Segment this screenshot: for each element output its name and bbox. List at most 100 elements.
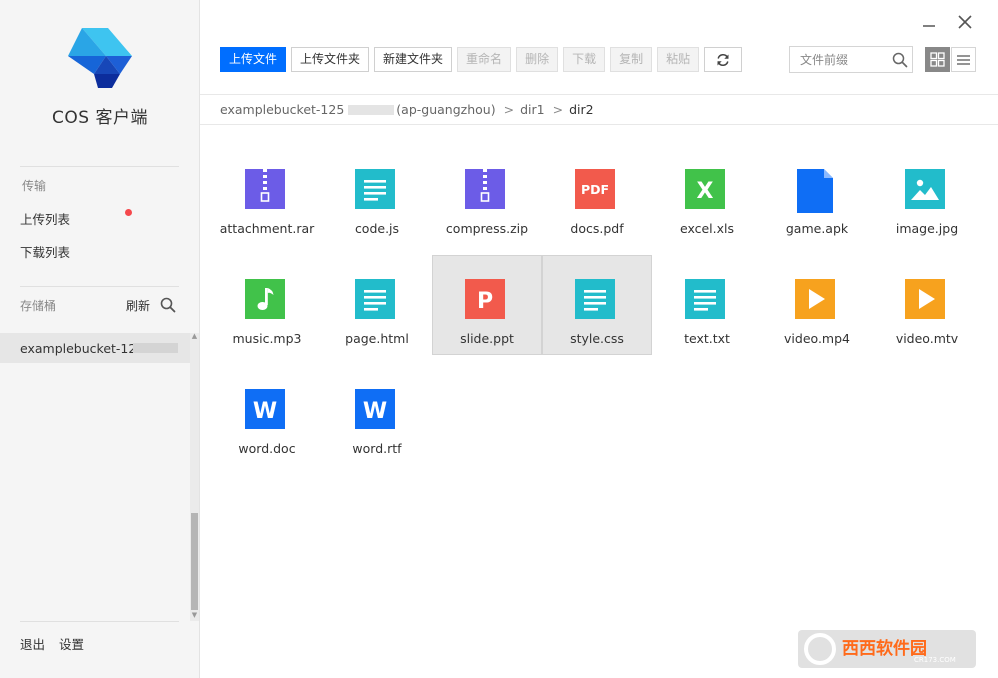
upload-file-button[interactable]: 上传文件 [220,47,287,72]
scroll-down-icon[interactable]: ▼ [190,611,199,620]
minimize-icon[interactable] [917,10,941,34]
sidebar-divider [20,166,179,167]
settings-button[interactable]: 设置 [59,634,84,653]
file-item[interactable]: Wword.rtf [322,365,432,465]
file-item[interactable]: game.apk [762,145,872,245]
breadcrumb-separator: > [552,102,564,117]
file-name: code.js [354,221,400,236]
svg-text:X: X [697,179,714,204]
text-doc-icon [355,169,395,209]
refresh-icon [717,53,729,66]
archive-icon [245,169,285,209]
video-icon [795,279,835,319]
transfer-section-label: 传输 [22,179,47,193]
masked-bucket-suffix [133,343,178,353]
grid-icon [930,52,945,67]
sidebar-divider [20,621,179,622]
scroll-up-icon[interactable]: ▲ [190,332,199,341]
ppt-icon: P [465,279,505,319]
bucket-name: examplebucket-125 [20,341,145,356]
copy-button[interactable]: 复制 [610,47,653,72]
scrollbar-thumb[interactable] [191,513,198,610]
sidebar-divider [20,286,179,287]
music-icon [245,279,285,319]
text-doc-icon [355,279,395,319]
file-name: music.mp3 [232,331,302,346]
file-item[interactable]: music.mp3 [212,255,322,355]
file-item[interactable]: Wword.doc [212,365,322,465]
search-icon[interactable] [892,52,908,68]
file-item[interactable]: code.js [322,145,432,245]
search-box [789,46,913,73]
archive-icon [465,169,505,209]
site-watermark: 西西软件园 CR173.COM [798,630,976,668]
app-title: COS 客户端 [52,108,148,128]
file-item[interactable]: style.css [542,255,652,355]
file-grid: attachment.rar code.js compress.zip PDF d… [212,145,982,475]
file-name: text.txt [684,331,730,346]
masked-bucket-suffix [348,104,395,115]
sidebar-item-upload-list[interactable]: 上传列表 [20,209,70,228]
toolbar: 上传文件 上传文件夹 新建文件夹 重命名 删除 下载 复制 粘贴 [220,47,747,72]
list-icon [957,54,970,65]
breadcrumb-bucket[interactable]: examplebucket-125 [220,102,344,117]
close-icon[interactable] [953,10,977,34]
file-item[interactable]: attachment.rar [212,145,322,245]
svg-text:W: W [363,399,387,424]
sidebar-item-download-list[interactable]: 下载列表 [20,242,70,261]
file-name: video.mtv [895,331,959,346]
delete-button[interactable]: 删除 [516,47,559,72]
file-item[interactable]: Pslide.ppt [432,255,542,355]
breadcrumb-separator: > [503,102,515,117]
file-item[interactable]: compress.zip [432,145,542,245]
svg-text:PDF: PDF [581,182,609,197]
image-icon [905,169,945,209]
breadcrumb: examplebucket-125 (ap-guangzhou) > dir1 … [220,102,594,117]
file-name: style.css [570,331,624,346]
refresh-button[interactable] [704,47,743,72]
new-folder-button[interactable]: 新建文件夹 [374,47,453,72]
file-name: excel.xls [679,221,735,236]
file-item[interactable]: Xexcel.xls [652,145,762,245]
file-item[interactable]: video.mp4 [762,255,872,355]
file-name: page.html [345,331,409,346]
file-name: word.doc [238,441,296,456]
bucket-section-label: 存储桶 [20,299,57,313]
logout-button[interactable]: 退出 [20,634,45,653]
svg-text:W: W [253,399,277,424]
refresh-button[interactable]: 刷新 [126,297,150,314]
grid-view-button[interactable] [925,47,950,72]
file-name: image.jpg [895,221,959,236]
apk-file-icon [797,169,833,213]
upload-badge [125,209,132,216]
svg-text:P: P [477,289,493,314]
file-name: slide.ppt [460,331,514,346]
breadcrumb-region[interactable]: (ap-guangzhou) [396,102,495,117]
search-input[interactable] [791,48,886,71]
breadcrumb-dir2[interactable]: dir2 [569,102,594,117]
file-name: compress.zip [445,221,529,236]
sidebar: COS 客户端 传输 上传列表 下载列表 存储桶 刷新 examplebucke… [0,0,200,678]
cos-logo [68,28,132,88]
svg-text:CR173.COM: CR173.COM [914,656,956,664]
file-item[interactable]: page.html [322,255,432,355]
file-name: attachment.rar [219,221,315,236]
download-button[interactable]: 下载 [563,47,606,72]
file-item[interactable]: PDF docs.pdf [542,145,652,245]
paste-button[interactable]: 粘贴 [657,47,700,72]
file-item[interactable]: video.mtv [872,255,982,355]
list-view-button[interactable] [951,47,976,72]
file-item[interactable]: image.jpg [872,145,982,245]
search-icon[interactable] [160,297,176,313]
file-name: game.apk [785,221,849,236]
file-name: docs.pdf [570,221,624,236]
sidebar-scrollbar[interactable]: ▲ ▼ [190,332,199,621]
word-icon: W [245,389,285,429]
file-item[interactable]: text.txt [652,255,762,355]
breadcrumb-dir1[interactable]: dir1 [520,102,545,117]
bucket-item[interactable]: examplebucket-125 [0,333,190,363]
breadcrumb-bar: examplebucket-125 (ap-guangzhou) > dir1 … [200,94,998,125]
upload-folder-button[interactable]: 上传文件夹 [291,47,370,72]
text-doc-icon [685,279,725,319]
rename-button[interactable]: 重命名 [457,47,512,72]
